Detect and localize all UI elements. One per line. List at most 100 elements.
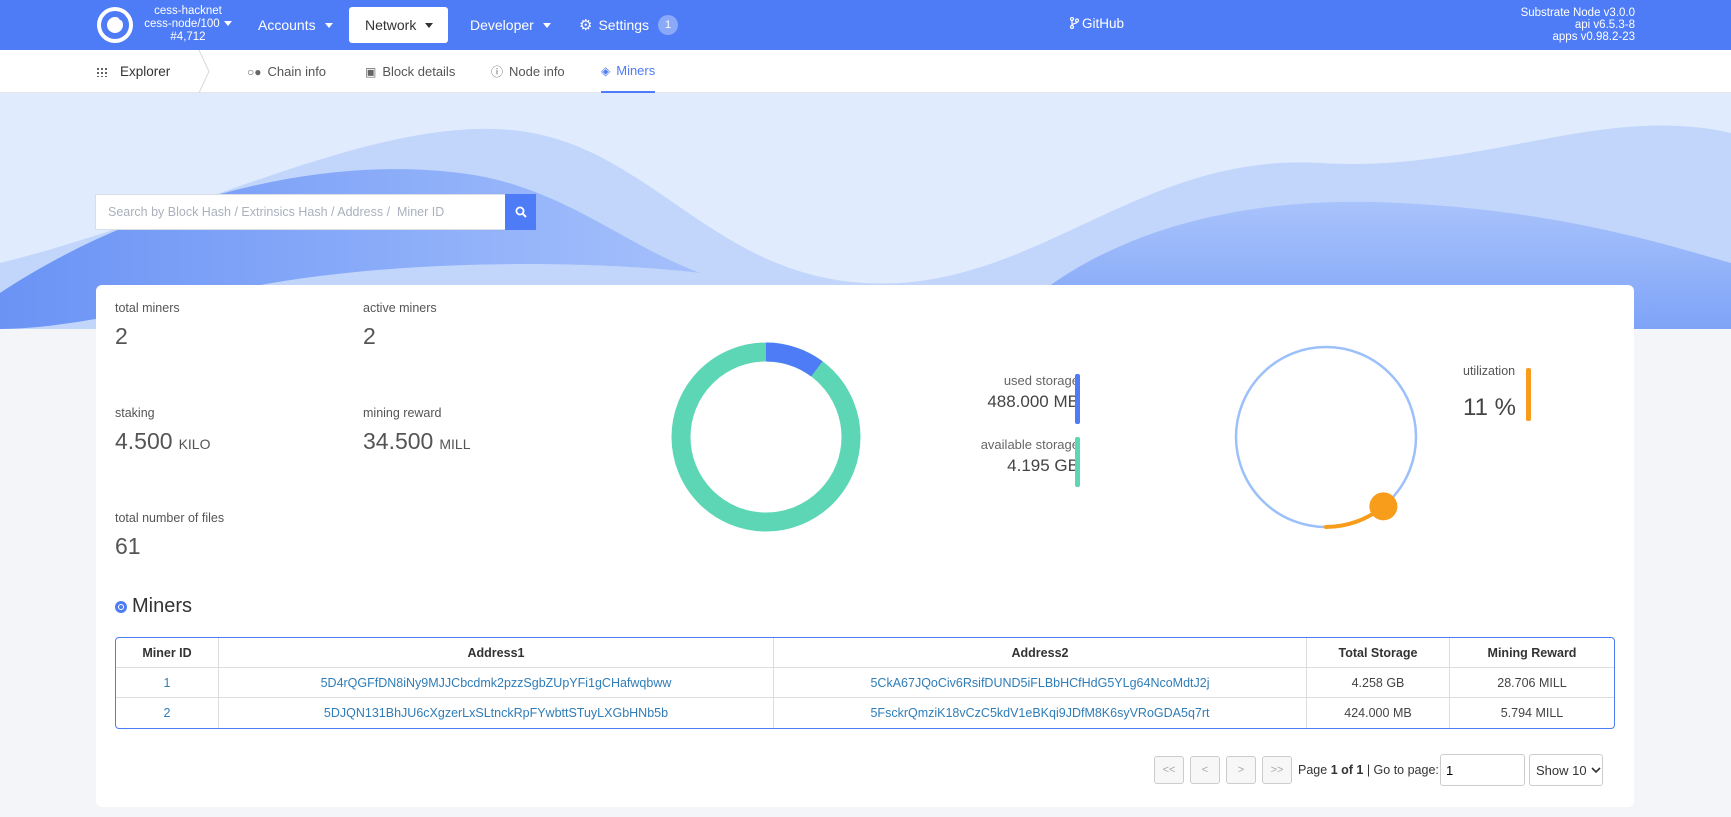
node-name: cess-node/100 — [144, 18, 220, 30]
legend-available-swatch — [1075, 437, 1080, 487]
stat-total-files: total number of files 61 — [115, 511, 224, 560]
settings-badge: 1 — [658, 15, 679, 35]
address2-link[interactable]: 5FsckrQmziK18vCzC5kdV1eBKqi9JDfM8K6syVRo… — [774, 698, 1307, 728]
radio-dot-icon — [115, 600, 127, 613]
next-page-button[interactable]: > — [1226, 756, 1256, 784]
app-logo-icon[interactable] — [96, 6, 134, 44]
goto-label: | Go to page: — [1366, 763, 1439, 777]
miner-id-link[interactable]: 1 — [116, 668, 219, 698]
tab-block-details[interactable]: ▣ Block details — [365, 50, 455, 93]
nav-network[interactable]: Network — [349, 7, 448, 43]
legend-available-storage: available storage 4.195 GB — [936, 437, 1079, 476]
stat-label: staking — [115, 406, 155, 420]
nav-settings[interactable]: ⚙ Settings 1 — [563, 7, 694, 43]
github-link[interactable]: GitHub — [1069, 16, 1125, 31]
goto-page-input[interactable] — [1440, 754, 1525, 786]
search-input[interactable] — [95, 194, 505, 230]
page-size-value: Show 10 — [1536, 762, 1587, 778]
nav-network-label: Network — [365, 17, 417, 33]
api-version: api v6.5.3-8 — [1574, 19, 1635, 31]
nav-developer-label: Developer — [470, 17, 534, 33]
miners-title: Miners — [132, 595, 193, 617]
chevron-down-icon — [324, 22, 333, 28]
stat-staking: staking 4.500 KILO — [115, 406, 210, 455]
miner-id-link[interactable]: 2 — [116, 698, 219, 728]
version-info: Substrate Node v3.0.0 api v6.5.3-8 apps … — [1521, 7, 1635, 43]
page-size-select[interactable]: Show 10 — [1529, 754, 1603, 786]
stat-unit: MILL — [439, 436, 471, 452]
nav-settings-label: Settings — [598, 17, 650, 33]
utilization-label: utilization — [1463, 364, 1516, 378]
toggle-icon: ○● — [247, 64, 262, 79]
legend-label: used storage — [1003, 373, 1079, 388]
tab-chain-info[interactable]: ○● Chain info — [247, 50, 326, 93]
stat-mining-reward: mining reward 34.500 MILL — [363, 406, 470, 455]
explorer-menu[interactable]: Explorer — [96, 50, 170, 93]
stat-value: 2 — [115, 323, 128, 349]
total-storage-cell: 4.258 GB — [1307, 668, 1450, 698]
tab-miners-label: Miners — [616, 63, 656, 78]
storage-donut-chart — [671, 342, 861, 532]
info-icon: ⓘ — [491, 65, 504, 79]
legend-value: 4.195 GB — [1007, 456, 1079, 475]
page-current: 1 of 1 — [1330, 763, 1364, 777]
sub-navigation: Explorer ○● Chain info ▣ Block details ⓘ No… — [0, 50, 1731, 93]
github-label: GitHub — [1082, 16, 1125, 31]
legend-used-storage: used storage 488.000 MB — [936, 373, 1079, 412]
search-icon — [515, 206, 527, 218]
git-branch-icon — [1069, 16, 1080, 30]
stat-value: 34.500 — [363, 428, 434, 454]
legend-label: available storage — [980, 437, 1079, 452]
stat-label: total number of files — [115, 511, 225, 525]
page-indicator: Page 1 of 1 | Go to page: — [1298, 754, 1439, 786]
tab-node-info[interactable]: ⓘ Node info — [491, 50, 565, 93]
table-row: 1 5D4rQGFfDN8iNy9MJJCbcdmk2pzzSgbZUpYFi1… — [116, 668, 1614, 698]
col-mining-reward: Mining Reward — [1450, 638, 1614, 668]
search-bar — [95, 194, 536, 230]
nav-accounts-label: Accounts — [258, 17, 316, 33]
tab-node-info-label: Node info — [509, 64, 565, 79]
stat-label: total miners — [115, 301, 180, 315]
miners-overview-card: total miners 2 active miners 2 staking 4… — [96, 285, 1634, 807]
prev-page-button[interactable]: < — [1190, 756, 1220, 784]
utilization-value: 11 % — [1463, 394, 1516, 421]
nav-developer[interactable]: Developer — [454, 7, 567, 43]
nav-accounts[interactable]: Accounts — [242, 7, 349, 43]
total-storage-cell: 424.000 MB — [1307, 698, 1450, 728]
search-button[interactable] — [505, 194, 536, 230]
table-row: 2 5DJQN131BhJU6cXgzerLxSLtnckRpFYwbttSTu… — [116, 698, 1614, 728]
stat-value: 61 — [115, 533, 141, 559]
stat-active-miners: active miners 2 — [363, 301, 437, 350]
last-page-button[interactable]: >> — [1262, 756, 1292, 784]
mining-reward-cell: 28.706 MILL — [1450, 668, 1614, 698]
miners-table: Miner ID Address1 Address2 Total Storage… — [115, 637, 1615, 729]
apps-version: apps v0.98.2-23 — [1552, 31, 1635, 43]
stat-label: active miners — [363, 301, 437, 315]
breadcrumb-chevron-icon — [198, 50, 210, 93]
stat-total-miners: total miners 2 — [115, 301, 180, 350]
miners-section-title: Miners — [115, 595, 192, 618]
gear-icon: ⚙ — [579, 17, 593, 34]
address2-link[interactable]: 5CkA67JQoCiv6RsifDUND5iFLBbHCfHdG5YLg64N… — [774, 668, 1307, 698]
explorer-label: Explorer — [120, 64, 171, 79]
tab-miners[interactable]: ◈ Miners — [601, 50, 656, 93]
donut-available-segment — [671, 342, 861, 532]
chevron-down-icon — [223, 21, 232, 27]
utilization-gauge — [1234, 345, 1418, 529]
chevron-down-icon — [1591, 766, 1601, 773]
top-bar: cess-hacknet cess-node/100 #4,712 Accoun… — [0, 0, 1731, 50]
address1-link[interactable]: 5D4rQGFfDN8iNy9MJJCbcdmk2pzzSgbZUpYFi1gC… — [219, 668, 774, 698]
table-header-row: Miner ID Address1 Address2 Total Storage… — [116, 638, 1614, 668]
mining-reward-cell: 5.794 MILL — [1500, 706, 1564, 720]
address1-link[interactable]: 5DJQN131BhJU6cXgzerLxSLtnckRpFYwbttSTuyL… — [219, 698, 774, 728]
stat-value: 2 — [363, 323, 376, 349]
chain-name: cess-hacknet — [154, 5, 222, 17]
chevron-down-icon — [425, 22, 434, 28]
stat-unit: KILO — [178, 436, 211, 452]
cube-icon: ▣ — [365, 64, 377, 79]
first-page-button[interactable]: << — [1154, 756, 1184, 784]
col-miner-id: Miner ID — [116, 638, 219, 668]
chain-selector[interactable]: cess-hacknet cess-node/100 #4,712 — [143, 5, 233, 44]
tab-chain-info-label: Chain info — [267, 64, 327, 79]
block-number: #4,712 — [170, 31, 206, 43]
